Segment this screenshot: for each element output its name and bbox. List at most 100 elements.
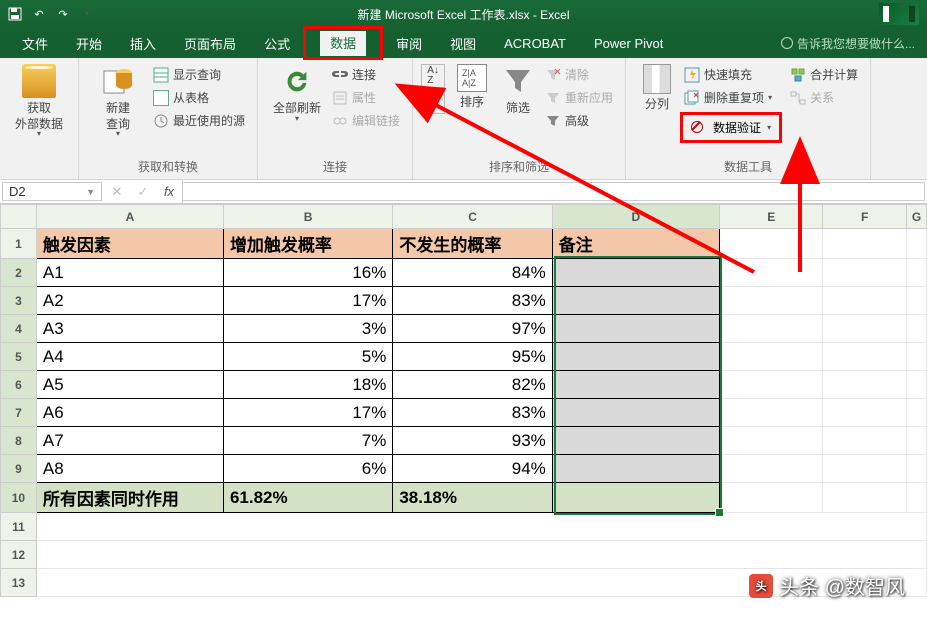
cell[interactable] <box>719 455 822 483</box>
col-header-f[interactable]: F <box>823 205 907 229</box>
flash-fill-button[interactable]: 快速填充 <box>680 64 782 85</box>
cell-not[interactable]: 93% <box>393 427 552 455</box>
recent-sources-button[interactable]: 最近使用的源 <box>149 110 249 131</box>
spreadsheet-grid[interactable]: A B C D E F G 1 触发因素 增加触发概率 不发生的概率 备注 2A… <box>0 204 927 597</box>
cell[interactable] <box>906 259 926 287</box>
cell[interactable] <box>823 315 907 343</box>
row-header[interactable]: 4 <box>1 315 37 343</box>
cell-inc[interactable]: 18% <box>223 371 392 399</box>
fx-button[interactable]: fx <box>156 184 182 199</box>
formula-input[interactable] <box>183 182 925 201</box>
cell-note[interactable] <box>552 343 719 371</box>
text-to-columns-button[interactable]: 分列 <box>634 62 680 113</box>
tab-insert[interactable]: 插入 <box>116 28 170 58</box>
cell[interactable] <box>719 371 822 399</box>
tab-home[interactable]: 开始 <box>62 28 116 58</box>
cell-factor[interactable]: A8 <box>36 455 223 483</box>
cell-d1[interactable]: 备注 <box>552 229 719 259</box>
cell[interactable] <box>719 287 822 315</box>
select-all-corner[interactable] <box>1 205 37 229</box>
consolidate-button[interactable]: 合并计算 <box>786 64 862 85</box>
cell-total-label[interactable]: 所有因素同时作用 <box>36 483 223 513</box>
sort-button[interactable]: Z|AA|Z 排序 <box>449 62 495 111</box>
cell[interactable] <box>823 399 907 427</box>
cell[interactable] <box>906 483 926 513</box>
undo-icon[interactable]: ↶ <box>30 5 48 23</box>
row-header[interactable]: 3 <box>1 287 37 315</box>
cell-factor[interactable]: A4 <box>36 343 223 371</box>
cell[interactable] <box>823 259 907 287</box>
row-header[interactable]: 12 <box>1 541 37 569</box>
cell[interactable] <box>719 229 822 259</box>
cell[interactable] <box>823 287 907 315</box>
cell[interactable] <box>719 315 822 343</box>
col-header-g[interactable]: G <box>906 205 926 229</box>
remove-duplicates-button[interactable]: 删除重复项 ▾ <box>680 87 782 108</box>
tell-me-search[interactable]: 告诉我您想要做什么... <box>781 28 927 58</box>
cell-factor[interactable]: A3 <box>36 315 223 343</box>
cell-not[interactable]: 95% <box>393 343 552 371</box>
cell-not[interactable]: 84% <box>393 259 552 287</box>
cell[interactable] <box>906 315 926 343</box>
cell[interactable] <box>906 229 926 259</box>
cell[interactable] <box>823 483 907 513</box>
col-header-b[interactable]: B <box>223 205 392 229</box>
data-validation-button[interactable]: 数据验证 ▾ <box>680 112 782 143</box>
cell-inc[interactable]: 3% <box>223 315 392 343</box>
from-table-button[interactable]: 从表格 <box>149 87 249 108</box>
cell-note[interactable] <box>552 287 719 315</box>
col-header-e[interactable]: E <box>719 205 822 229</box>
cell-total-note[interactable] <box>552 483 719 513</box>
cell-not[interactable]: 83% <box>393 287 552 315</box>
cell-note[interactable] <box>552 371 719 399</box>
sort-asc-button[interactable]: A↓Z <box>421 64 445 88</box>
cell-not[interactable]: 97% <box>393 315 552 343</box>
show-queries-button[interactable]: 显示查询 <box>149 64 249 85</box>
tab-file[interactable]: 文件 <box>8 28 62 58</box>
qat-dropdown-icon[interactable]: ▾ <box>78 5 96 23</box>
cell[interactable] <box>719 427 822 455</box>
tab-data[interactable]: 数据 <box>303 26 383 60</box>
cell-inc[interactable]: 6% <box>223 455 392 483</box>
cell-total-inc[interactable]: 61.82% <box>223 483 392 513</box>
tab-page-layout[interactable]: 页面布局 <box>170 28 250 58</box>
cell[interactable] <box>823 343 907 371</box>
row-header[interactable]: 10 <box>1 483 37 513</box>
cell-factor[interactable]: A1 <box>36 259 223 287</box>
cell[interactable] <box>906 371 926 399</box>
row-header[interactable]: 8 <box>1 427 37 455</box>
cell[interactable] <box>719 483 822 513</box>
cell[interactable] <box>906 399 926 427</box>
cell[interactable] <box>36 541 926 569</box>
tab-formulas[interactable]: 公式 <box>250 28 304 58</box>
cell[interactable] <box>906 287 926 315</box>
cell[interactable] <box>906 455 926 483</box>
redo-icon[interactable]: ↷ <box>54 5 72 23</box>
cell-not[interactable]: 82% <box>393 371 552 399</box>
refresh-all-button[interactable]: 全部刷新 ▾ <box>266 62 328 121</box>
name-box[interactable]: D2▼ <box>2 182 102 201</box>
row-header[interactable]: 13 <box>1 569 37 597</box>
cell-factor[interactable]: A7 <box>36 427 223 455</box>
row-header[interactable]: 5 <box>1 343 37 371</box>
cell-inc[interactable]: 5% <box>223 343 392 371</box>
col-header-c[interactable]: C <box>393 205 552 229</box>
cell[interactable] <box>719 343 822 371</box>
connections-button[interactable]: 连接 <box>328 64 404 85</box>
cell-a1[interactable]: 触发因素 <box>36 229 223 259</box>
save-icon[interactable] <box>6 5 24 23</box>
row-header[interactable]: 11 <box>1 513 37 541</box>
row-header[interactable]: 6 <box>1 371 37 399</box>
cell-total-not[interactable]: 38.18% <box>393 483 552 513</box>
cell[interactable] <box>823 427 907 455</box>
cell-factor[interactable]: A5 <box>36 371 223 399</box>
cell-b1[interactable]: 增加触发概率 <box>223 229 392 259</box>
row-header[interactable]: 1 <box>1 229 37 259</box>
cell-note[interactable] <box>552 399 719 427</box>
row-header[interactable]: 2 <box>1 259 37 287</box>
filter-button[interactable]: 筛选 <box>495 62 541 117</box>
sort-desc-button[interactable]: Z↓A <box>421 90 445 114</box>
cell[interactable] <box>823 455 907 483</box>
row-header[interactable]: 7 <box>1 399 37 427</box>
get-external-data-button[interactable]: 获取 外部数据 ▾ <box>8 62 70 136</box>
